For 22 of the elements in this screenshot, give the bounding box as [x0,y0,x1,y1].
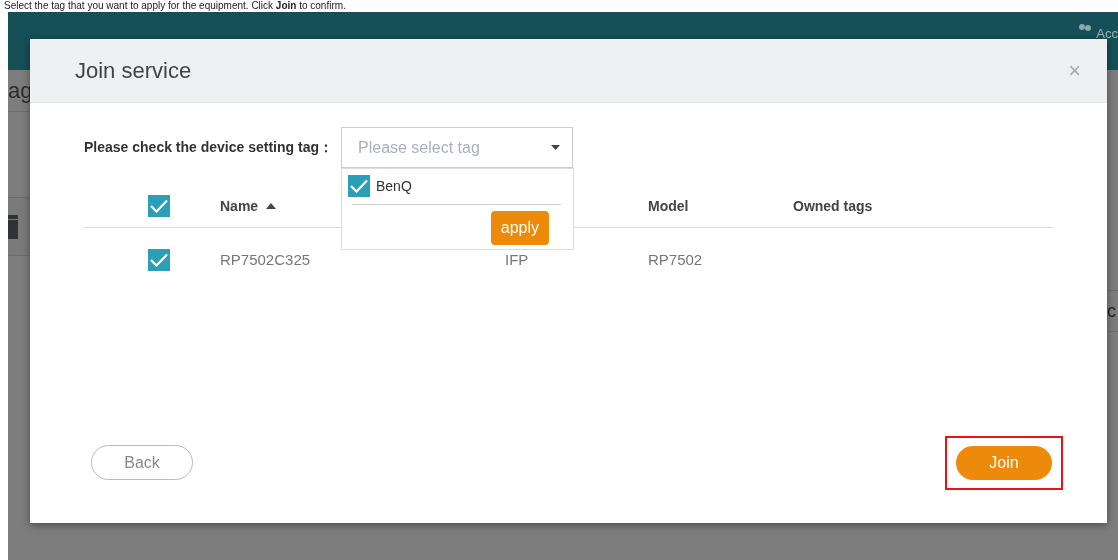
column-header[interactable]: Owned tags [793,195,873,217]
people-icon [1078,24,1093,34]
filter-label: Please check the device setting tag： [84,138,333,157]
back-button[interactable]: Back [91,445,193,480]
tag-option[interactable]: BenQ [376,175,412,197]
close-button[interactable]: × [1068,59,1081,82]
table-cell-text: RP7502 [648,249,704,270]
apply-button[interactable]: apply [490,211,549,245]
join-button[interactable]: Join [956,445,1052,480]
dialog-title: Join service [75,57,192,85]
column-header[interactable]: Model [648,195,689,217]
checkbox[interactable] [148,249,170,271]
column-header[interactable]: Name [220,195,259,217]
caret-icon [551,145,560,150]
checkbox[interactable] [348,175,370,197]
account-text: Acc [1096,25,1118,43]
tag-select[interactable]: Please select tag [341,127,573,168]
checkbox[interactable] [148,195,170,217]
instruction-text: Select the tag that you want to apply for the equipment. Click Join to confirm. [3,0,347,12]
table-cell-text: RP7502C325 [220,249,312,270]
table-cell-text: IFP [505,249,530,270]
trash-icon [8,214,18,239]
